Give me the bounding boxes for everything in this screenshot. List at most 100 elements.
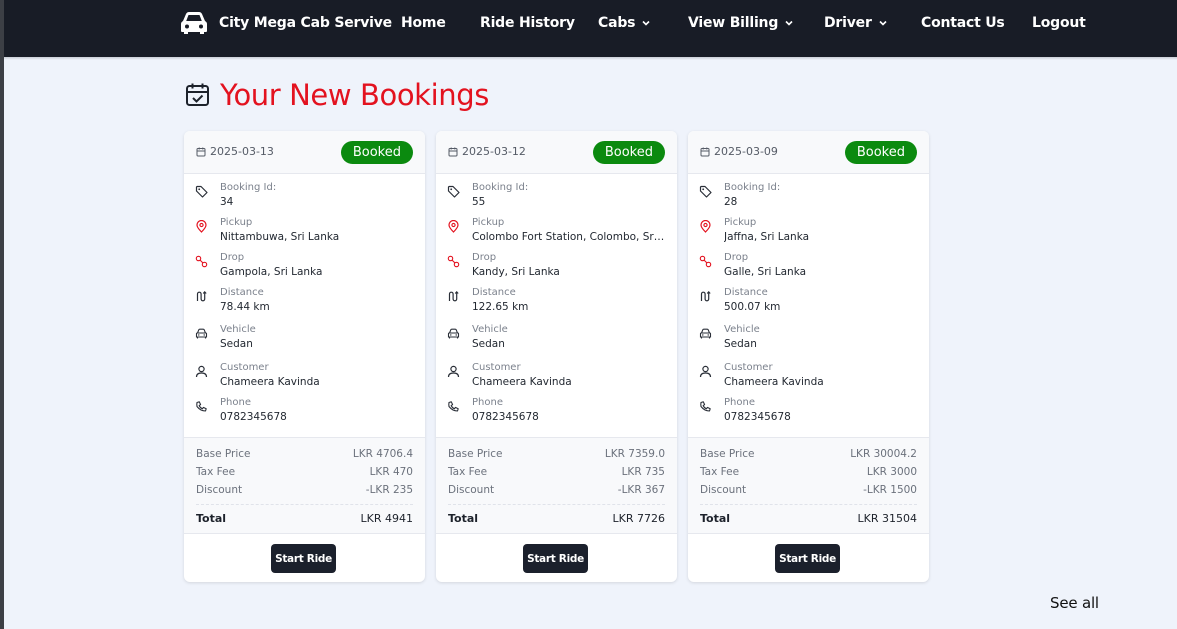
car-icon bbox=[699, 325, 712, 339]
field-value: 34 bbox=[220, 196, 234, 208]
price-summary: Base Price LKR 4706.4 Tax Fee LKR 470 Discou… bbox=[184, 437, 425, 534]
price-value: LKR 30004.2 bbox=[850, 448, 917, 460]
price-summary: Base Price LKR 30004.2 Tax Fee LKR 3000 Disc… bbox=[688, 437, 929, 534]
price-row-discount: Discount -LKR 1500 bbox=[700, 484, 917, 496]
nav-view-billing-dropdown[interactable]: View Billing bbox=[688, 15, 794, 31]
field-value: 28 bbox=[724, 196, 738, 208]
field-label: Customer bbox=[724, 362, 773, 373]
start-ride-button[interactable]: Start Ride bbox=[271, 544, 336, 573]
map-pin-icon bbox=[699, 218, 712, 233]
field-value: Jaffna, Sri Lanka bbox=[724, 231, 810, 243]
price-value: LKR 3000 bbox=[866, 466, 917, 478]
field-value: Chameera Kavinda bbox=[220, 376, 320, 388]
field-value: Colombo Fort Station, Colombo, Sri ... bbox=[472, 231, 667, 243]
see-all-link[interactable]: See all bbox=[1050, 594, 1099, 612]
start-ride-button[interactable]: Start Ride bbox=[523, 544, 588, 573]
user-icon bbox=[447, 363, 460, 378]
card-header: 2025-03-09 Booked bbox=[688, 131, 929, 174]
field-label: Vehicle bbox=[472, 324, 508, 335]
field-label: Customer bbox=[472, 362, 521, 373]
chevron-down-icon bbox=[879, 20, 887, 26]
total-label: Total bbox=[448, 512, 479, 525]
route-pin-icon bbox=[447, 253, 460, 268]
field-value: Chameera Kavinda bbox=[724, 376, 824, 388]
field-value: 122.65 km bbox=[472, 301, 529, 313]
price-row-base-price: Base Price LKR 7359.0 bbox=[448, 448, 665, 460]
price-label: Base Price bbox=[448, 448, 503, 460]
price-label: Tax Fee bbox=[448, 466, 488, 478]
chevron-down-icon bbox=[642, 20, 650, 26]
car-icon bbox=[181, 12, 207, 34]
field-value: 0782345678 bbox=[220, 411, 287, 423]
total-label: Total bbox=[700, 512, 731, 525]
chevron-down-icon bbox=[785, 20, 793, 26]
price-label: Base Price bbox=[700, 448, 755, 460]
booking-card: 2025-03-13 Booked Booking Id: 34 Pickup Nitta… bbox=[184, 131, 425, 582]
price-row-tax-fee: Tax Fee LKR 3000 bbox=[700, 466, 917, 478]
field-value: 500.07 km bbox=[724, 301, 781, 313]
field-value: Kandy, Sri Lanka bbox=[472, 266, 560, 278]
price-row-tax-fee: Tax Fee LKR 735 bbox=[448, 466, 665, 478]
route-pin-icon bbox=[699, 253, 712, 268]
price-summary: Base Price LKR 7359.0 Tax Fee LKR 735 Discou… bbox=[436, 437, 677, 534]
total-label: Total bbox=[196, 512, 227, 525]
price-divider bbox=[700, 504, 917, 505]
field-label: Pickup bbox=[220, 217, 253, 228]
field-value: 78.44 km bbox=[220, 301, 270, 313]
price-row-base-price: Base Price LKR 4706.4 bbox=[196, 448, 413, 460]
field-label: Drop bbox=[220, 252, 245, 263]
booking-date: 2025-03-12 bbox=[448, 145, 526, 158]
phone-icon bbox=[447, 398, 460, 412]
field-value: Galle, Sri Lanka bbox=[724, 266, 807, 278]
field-label: Booking Id: bbox=[472, 182, 529, 193]
start-ride-button[interactable]: Start Ride bbox=[775, 544, 840, 573]
price-label: Discount bbox=[700, 484, 747, 496]
price-value: LKR 735 bbox=[621, 466, 665, 478]
nav-ride-history[interactable]: Ride History bbox=[480, 15, 575, 31]
card-header: 2025-03-12 Booked bbox=[436, 131, 677, 174]
calendar-icon bbox=[700, 147, 714, 157]
booking-card: 2025-03-12 Booked Booking Id: 55 Pickup Colom… bbox=[436, 131, 677, 582]
field-label: Pickup bbox=[472, 217, 505, 228]
field-value: Sedan bbox=[220, 338, 253, 350]
route-icon bbox=[195, 288, 208, 302]
field-label: Drop bbox=[472, 252, 497, 263]
price-divider bbox=[196, 504, 413, 505]
nav-cabs-dropdown[interactable]: Cabs bbox=[598, 15, 651, 31]
brand-name: City Mega Cab Servive bbox=[219, 15, 392, 31]
tag-icon bbox=[195, 183, 208, 198]
field-value: 55 bbox=[472, 196, 486, 208]
nav-logout[interactable]: Logout bbox=[1032, 15, 1086, 31]
booking-date: 2025-03-09 bbox=[700, 145, 778, 158]
brand-link[interactable]: City Mega Cab Servive bbox=[180, 10, 392, 36]
field-label: Drop bbox=[724, 252, 749, 263]
window-edge bbox=[0, 0, 4, 629]
page-title: Your New Bookings bbox=[220, 78, 489, 112]
price-row-discount: Discount -LKR 367 bbox=[448, 484, 665, 496]
total-value: LKR 7726 bbox=[612, 512, 665, 525]
field-value: 0782345678 bbox=[472, 411, 539, 423]
total-value: LKR 31504 bbox=[857, 512, 917, 525]
navbar-shadow bbox=[4, 57, 1177, 60]
booking-date: 2025-03-13 bbox=[196, 145, 274, 158]
field-value: Gampola, Sri Lanka bbox=[220, 266, 323, 278]
field-label: Distance bbox=[724, 287, 768, 298]
field-value: Sedan bbox=[724, 338, 757, 350]
nav-home[interactable]: Home bbox=[401, 15, 446, 31]
field-value: Sedan bbox=[472, 338, 505, 350]
field-label: Phone bbox=[220, 397, 251, 408]
booking-card: 2025-03-09 Booked Booking Id: 28 Pickup Jaffn… bbox=[688, 131, 929, 582]
price-label: Discount bbox=[196, 484, 243, 496]
price-label: Base Price bbox=[196, 448, 251, 460]
price-value: LKR 7359.0 bbox=[604, 448, 665, 460]
status-badge: Booked bbox=[340, 141, 413, 164]
nav-driver-dropdown[interactable]: Driver bbox=[824, 15, 888, 31]
price-value: LKR 470 bbox=[369, 466, 413, 478]
nav-contact-us[interactable]: Contact Us bbox=[921, 15, 1005, 31]
field-label: Phone bbox=[724, 397, 755, 408]
field-value: Nittambuwa, Sri Lanka bbox=[220, 231, 340, 243]
price-value: -LKR 367 bbox=[617, 484, 665, 496]
calendar-check-icon bbox=[186, 83, 209, 106]
field-label: Booking Id: bbox=[724, 182, 781, 193]
route-pin-icon bbox=[195, 253, 208, 268]
